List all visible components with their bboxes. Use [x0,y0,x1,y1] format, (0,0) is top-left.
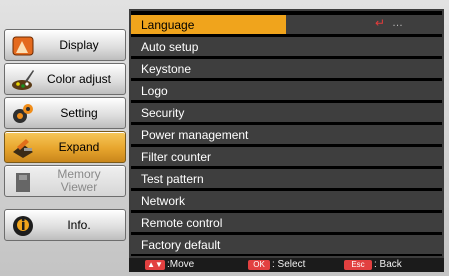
tab-display[interactable]: Display [4,29,126,61]
more-indicator: … [392,17,403,29]
move-hint: :Move [167,259,195,270]
menu-item-label: Language [141,18,195,32]
memory-card-icon [11,170,35,194]
move-key-icon: ▲▼ [145,260,165,270]
tab-info[interactable]: Info. [4,209,126,241]
tab-label: Info. [67,217,91,232]
menu-item-auto-setup[interactable]: Auto setup [131,37,442,56]
expand-tools-icon [11,136,35,160]
menu-item-filter-counter[interactable]: Filter counter [131,147,442,166]
paint-palette-icon [11,68,35,92]
tab-color-adjust[interactable]: Color adjust [4,63,126,95]
menu-item-label: Logo [141,84,168,98]
projector-menu-window: Display Color adjust Setting Expand Memo… [0,0,449,276]
info-icon [11,214,35,238]
menu-item-label: Auto setup [141,40,199,54]
menu-item-label: Network [141,194,186,208]
tab-expand[interactable]: Expand [4,131,126,163]
tab-label-line: Memory [57,167,101,181]
tab-label: Setting [60,105,98,120]
tab-label: Expand [58,139,100,154]
menu-item-keystone[interactable]: Keystone [131,59,442,78]
menu-item-factory-default[interactable]: Factory default [131,235,442,254]
menu-item-label: Keystone [141,62,192,76]
tab-memory-viewer[interactable]: Memory Viewer [4,165,126,197]
tab-label: Color adjust [46,71,112,86]
expand-menu-panel: Language ↵ … Auto setup Keystone Logo Se… [129,9,444,258]
menu-item-label: Remote control [141,216,223,230]
back-hint: : Back [374,259,402,270]
menu-item-language[interactable]: Language ↵ … [131,15,442,34]
menu-item-label: Security [141,106,185,120]
tab-setting[interactable]: Setting [4,97,126,129]
tab-label-line: Viewer [60,180,98,194]
select-hint: : Select [272,259,306,270]
menu-item-network[interactable]: Network [131,191,442,210]
menu-item-test-pattern[interactable]: Test pattern [131,169,442,188]
menu-item-power-management[interactable]: Power management [131,125,442,144]
display-icon [11,34,35,58]
menu-item-label: Power management [141,128,249,142]
menu-item-logo[interactable]: Logo [131,81,442,100]
menu-item-remote-control[interactable]: Remote control [131,213,442,232]
menu-item-label: Filter counter [141,150,212,164]
help-bar: ▲▼ :Move OK : Select Esc : Back [129,258,444,272]
esc-key-icon: Esc [344,260,372,270]
menu-item-security[interactable]: Security [131,103,442,122]
menu-item-label: Factory default [141,238,221,252]
enter-icon: ↵ [375,16,386,30]
menu-item-label: Test pattern [141,172,204,186]
tab-label: Display [59,37,99,52]
gears-icon [11,102,35,126]
tab-label: Memory Viewer [37,166,121,196]
ok-key-icon: OK [248,260,270,270]
